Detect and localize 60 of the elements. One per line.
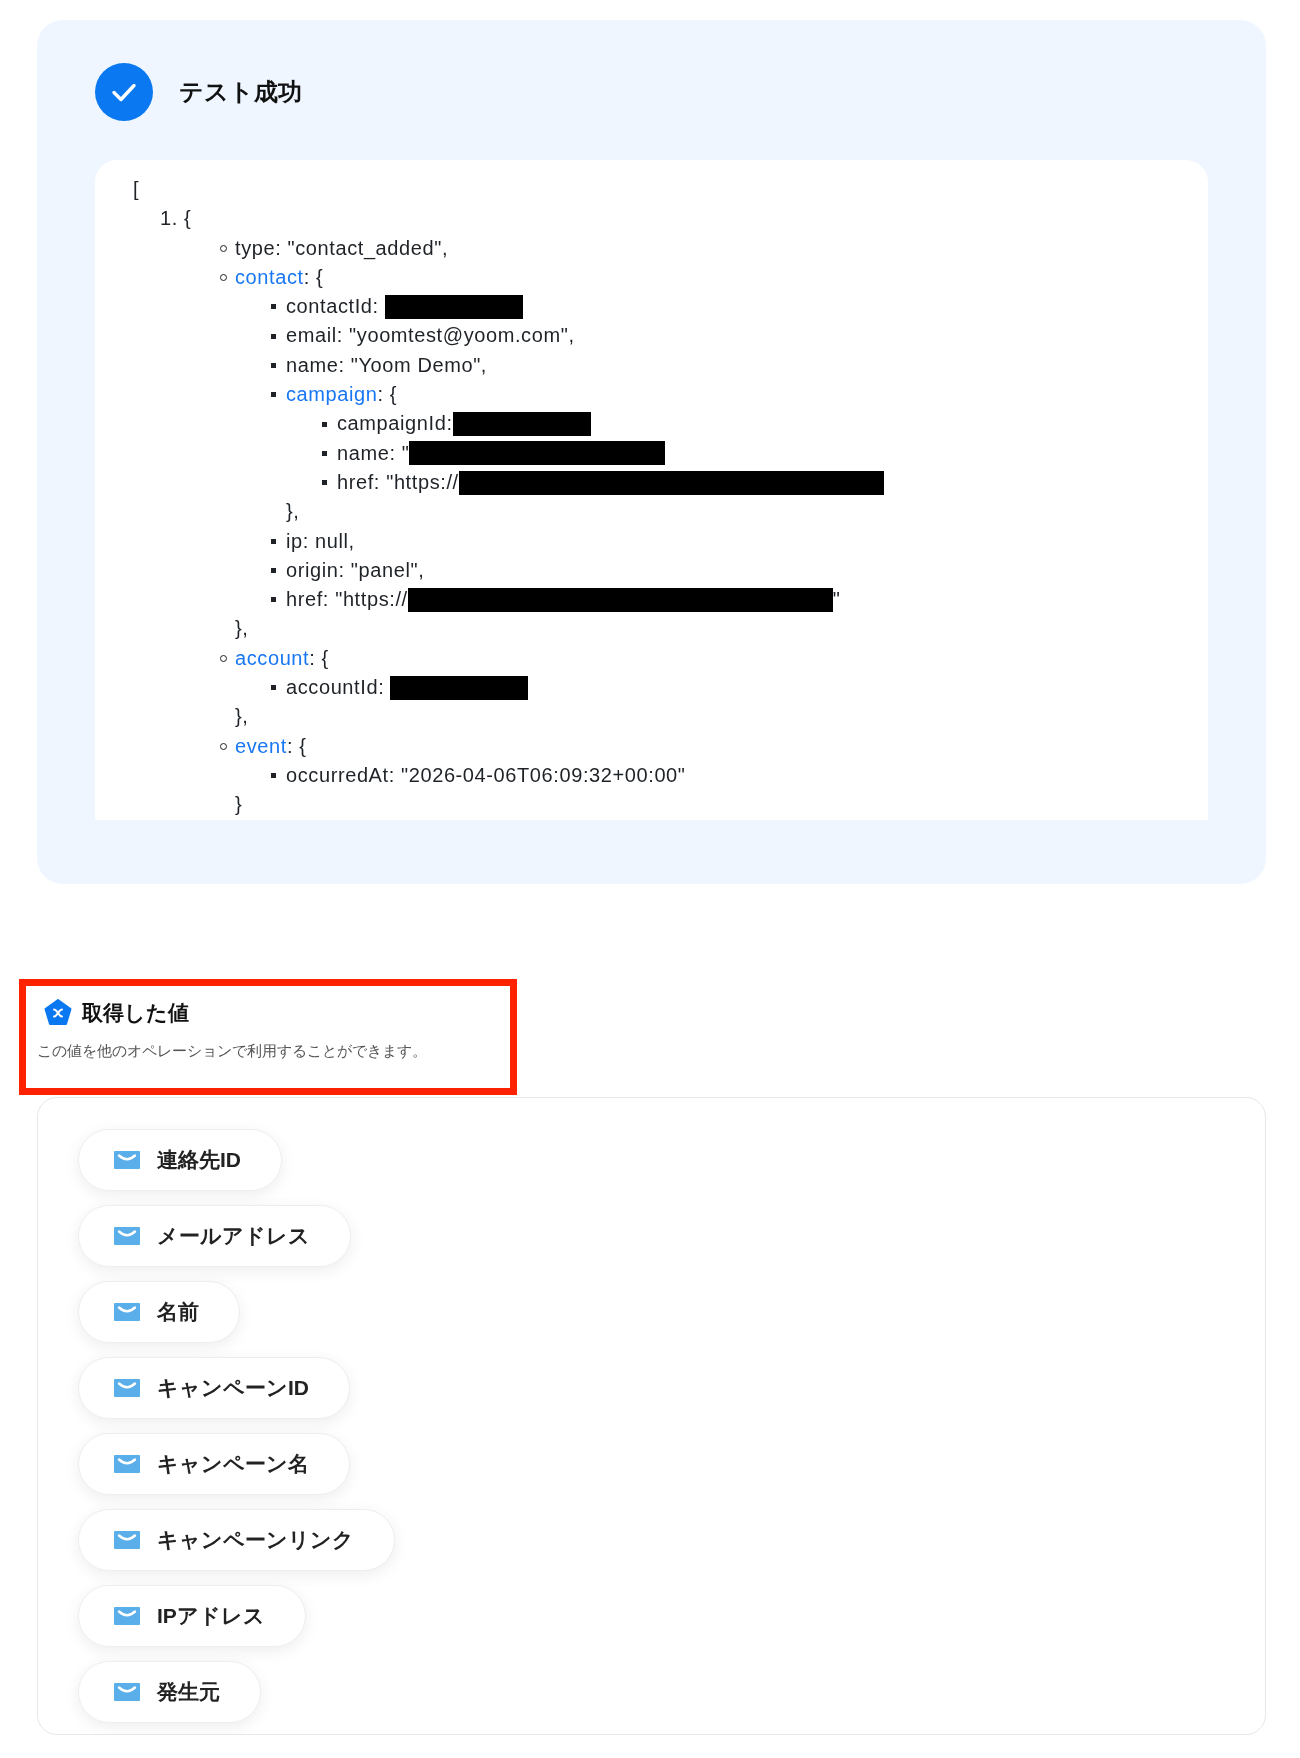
bullet-icon [271, 773, 276, 779]
code-line: href: "https:// [286, 587, 408, 613]
envelope-icon [114, 1378, 140, 1397]
bullet-icon [271, 568, 276, 573]
section-description: この値を他のオペレーションで利用することができます。 [37, 1041, 428, 1061]
envelope-icon [114, 1454, 140, 1473]
section-title: 取得した値 [82, 999, 189, 1026]
code-line: contactId: [286, 294, 380, 320]
key-link[interactable]: account [235, 646, 310, 669]
code-line: type: "contact_added", [235, 235, 449, 262]
envelope-icon [114, 1150, 140, 1169]
value-chip[interactable]: メールアドレス [78, 1204, 351, 1267]
bullet-icon [322, 421, 327, 427]
value-chip[interactable]: 名前 [78, 1280, 240, 1343]
bullet-icon [322, 480, 327, 486]
code-line: href: "https:// [337, 469, 459, 495]
code-line: contact: { [235, 264, 324, 290]
code-text: } [235, 793, 243, 816]
bullet-icon [322, 450, 327, 456]
check-icon [95, 63, 153, 121]
bullet-icon [271, 538, 276, 544]
value-chip[interactable]: キャンペーン名 [78, 1432, 350, 1495]
pentagon-icon [43, 997, 73, 1028]
bullet-icon [271, 304, 276, 310]
code-line: campaign: { [286, 382, 398, 408]
envelope-icon [114, 1530, 140, 1549]
value-chip[interactable]: 連絡先ID [78, 1128, 282, 1191]
code-line: campaignId: [337, 411, 453, 437]
bullet-icon [271, 597, 276, 603]
code-line: occurredAt: "2026-04-06T06:09:32+00:00" [286, 762, 686, 788]
value-chip[interactable]: IPアドレス [78, 1584, 306, 1647]
envelope-icon [114, 1606, 140, 1625]
key-link[interactable]: contact [235, 265, 304, 288]
envelope-icon [114, 1302, 140, 1321]
code-text: [ [133, 177, 140, 202]
code-line: accountId: [286, 675, 386, 701]
bullet-icon [271, 685, 276, 691]
bullet-icon [271, 362, 276, 368]
code-line: name: "Yoom Demo", [286, 352, 487, 378]
code-line: name: " [337, 440, 410, 466]
code-line: origin: "panel", [286, 557, 425, 583]
value-chip[interactable]: 発生元 [78, 1660, 261, 1723]
code-line: ip: null, [286, 528, 355, 554]
value-chip[interactable]: キャンペーンID [78, 1356, 350, 1419]
code-text: }, [286, 500, 300, 523]
code-line: email: "yoomtest@yoom.com", [286, 323, 575, 349]
key-link[interactable]: event [235, 734, 287, 757]
code-text: }, [235, 617, 249, 640]
key-link[interactable]: campaign [286, 383, 378, 406]
envelope-icon [114, 1226, 140, 1245]
code-line: account: { [235, 645, 329, 671]
code-text: }, [235, 705, 249, 728]
code-line: event: { [235, 733, 307, 759]
code-text: " [832, 587, 841, 613]
bullet-icon [271, 333, 276, 339]
code-line: 1. { [160, 206, 192, 232]
panel-title: テスト成功 [179, 77, 302, 107]
value-chip[interactable]: キャンペーンリンク [78, 1508, 395, 1571]
envelope-icon [114, 1682, 140, 1701]
bullet-icon [271, 392, 276, 398]
